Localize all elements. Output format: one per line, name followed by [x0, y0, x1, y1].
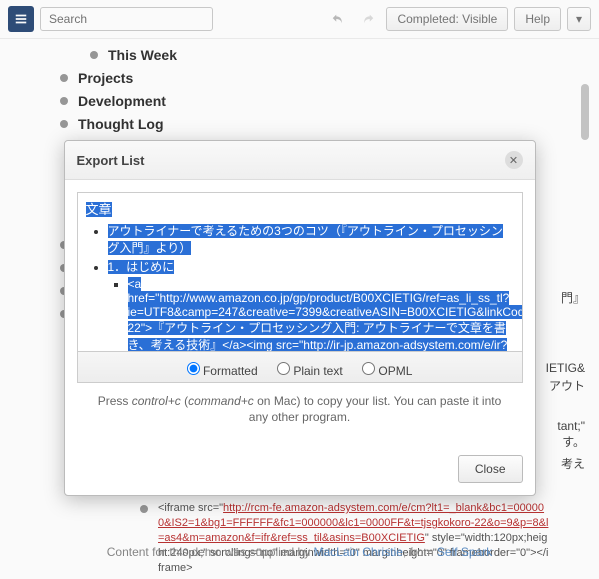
- close-button[interactable]: Close: [458, 455, 523, 483]
- modal-overlay: Export List ✕ 文章 アウトライナーで考えるための3つのコツ（『アウ…: [0, 0, 599, 579]
- export-content-box[interactable]: 文章 アウトライナーで考えるための3つのコツ（『アウトライン・プロセッシング入門…: [77, 192, 523, 352]
- dialog-title: Export List: [77, 153, 145, 168]
- export-dialog: Export List ✕ 文章 アウトライナーで考えるための3つのコツ（『アウ…: [64, 140, 536, 496]
- export-line: <a href="http://www.amazon.co.jp/gp/prod…: [128, 277, 514, 352]
- format-selector: Formatted Plain text OPML: [77, 352, 523, 383]
- copy-hint: Press control+c (command+c on Mac) to co…: [77, 383, 523, 435]
- export-heading: 文章: [86, 202, 112, 217]
- format-formatted-radio[interactable]: Formatted: [187, 364, 258, 378]
- format-opml-radio[interactable]: OPML: [362, 364, 412, 378]
- format-plain-radio[interactable]: Plain text: [277, 364, 343, 378]
- dialog-header: Export List ✕: [65, 141, 535, 180]
- close-icon[interactable]: ✕: [505, 151, 523, 169]
- export-line: 1．はじめに <a href="http://www.amazon.co.jp/…: [108, 258, 514, 352]
- dialog-footer: Close: [65, 447, 535, 495]
- dialog-body: 文章 アウトライナーで考えるための3つのコツ（『アウトライン・プロセッシング入門…: [65, 180, 535, 447]
- export-line: アウトライナーで考えるための3つのコツ（『アウトライン・プロセッシング入門』より…: [108, 222, 514, 256]
